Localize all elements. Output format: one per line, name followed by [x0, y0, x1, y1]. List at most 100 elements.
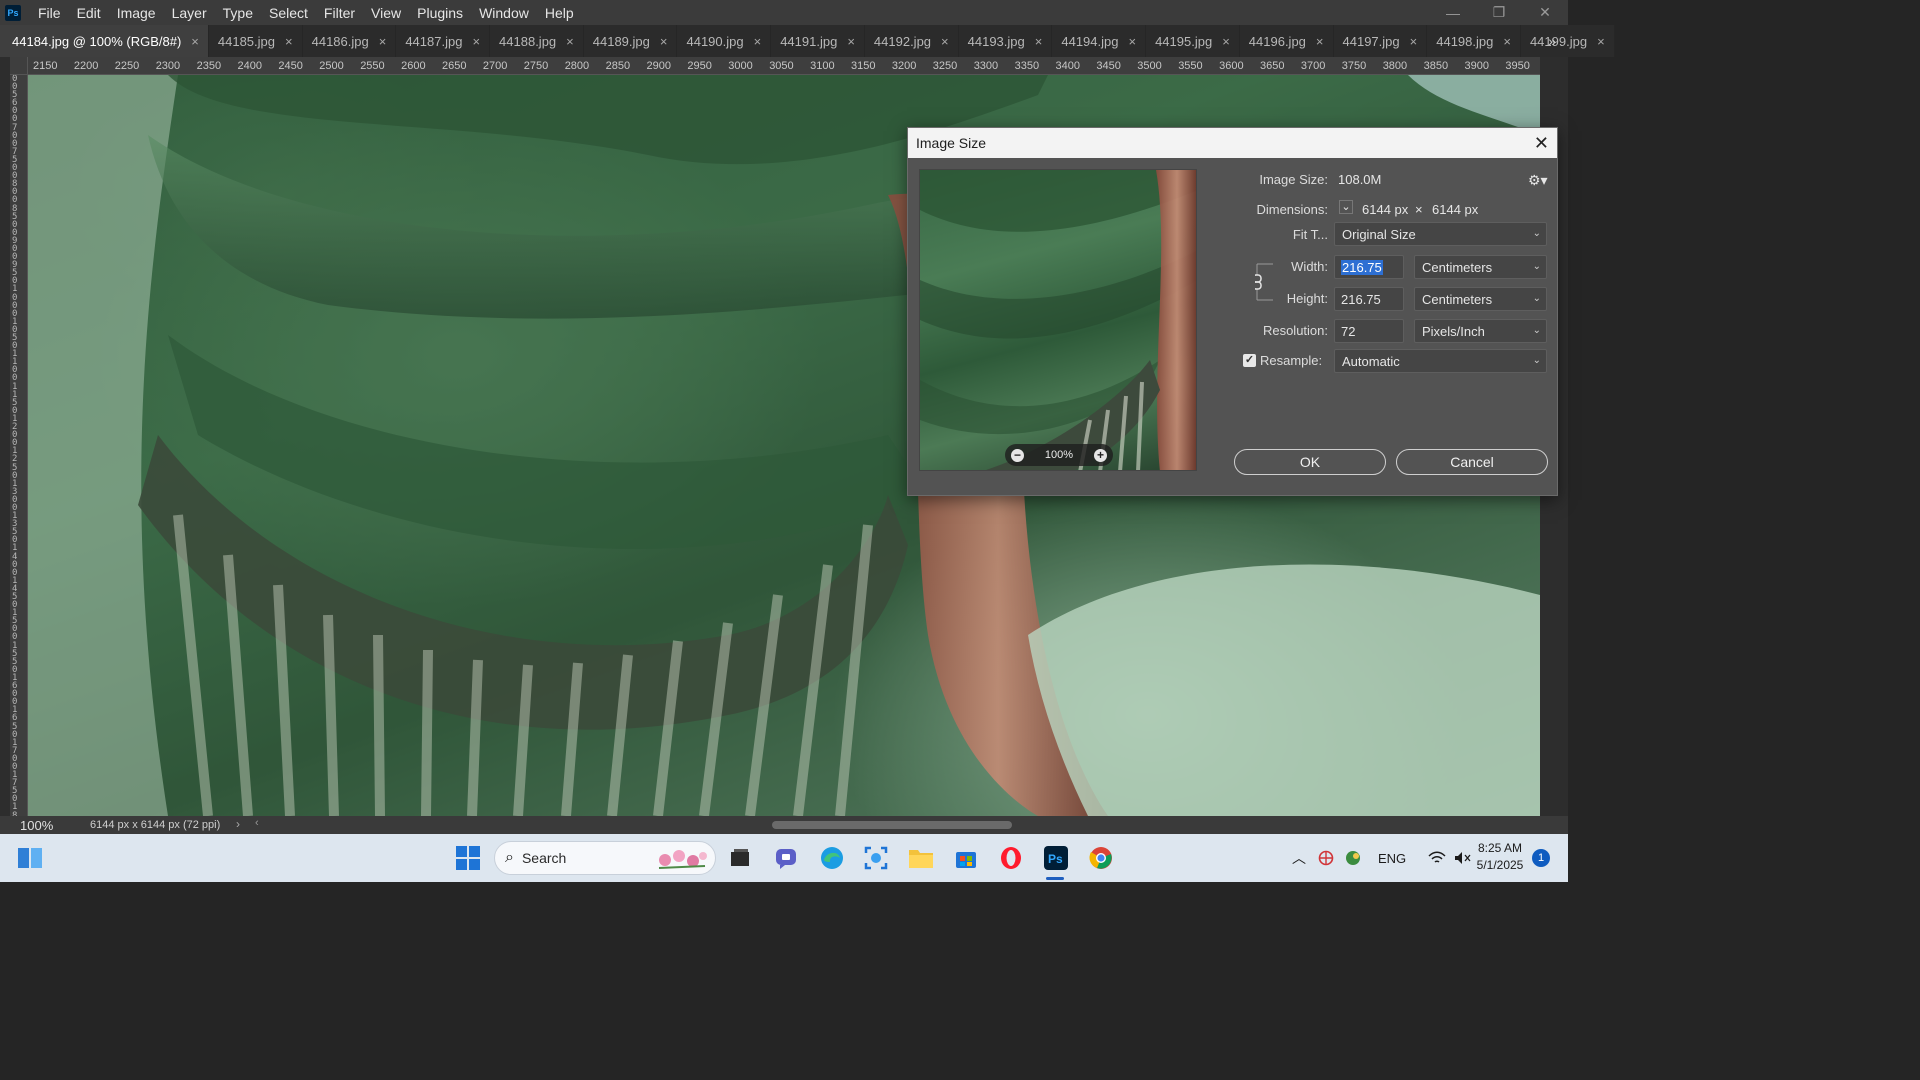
resample-checkbox[interactable]: ✓ [1243, 354, 1256, 367]
tab-close-icon[interactable]: × [379, 34, 387, 49]
teams-chat-icon[interactable] [772, 844, 800, 872]
tab-44186[interactable]: 44186.jpg × [302, 25, 397, 57]
menu-view[interactable]: View [363, 5, 409, 21]
tab-44191[interactable]: 44191.jpg × [771, 25, 865, 57]
tab-44192[interactable]: 44192.jpg × [864, 25, 959, 57]
network-globe-icon[interactable] [1344, 850, 1362, 866]
close-window-button[interactable]: ✕ [1522, 0, 1568, 25]
tab-close-icon[interactable]: × [1410, 34, 1418, 49]
edge-browser-icon[interactable] [818, 844, 846, 872]
tab-44188[interactable]: 44188.jpg × [490, 25, 584, 57]
menu-filter[interactable]: Filter [316, 5, 363, 21]
tab-44198[interactable]: 44198.jpg × [1427, 25, 1521, 57]
tab-44184[interactable]: 44184.jpg @ 100% (RGB/8#) × [0, 25, 209, 57]
ruler-tick-label: 2350 [196, 60, 222, 72]
tab-close-icon[interactable]: × [941, 34, 949, 49]
restore-button[interactable]: ❐ [1476, 0, 1522, 25]
height-input[interactable]: 216.75 [1334, 287, 1404, 311]
gear-icon[interactable]: ⚙▾ [1528, 172, 1548, 189]
cancel-button[interactable]: Cancel [1396, 449, 1548, 475]
dimensions-dropdown-icon[interactable]: ⌄ [1339, 200, 1353, 214]
tab-close-icon[interactable]: × [754, 34, 762, 49]
active-app-indicator [1046, 877, 1064, 880]
menu-plugins[interactable]: Plugins [409, 5, 471, 21]
resample-select[interactable]: Automatic ⌄ [1334, 349, 1547, 373]
taskbar-clock[interactable]: 8:25 AM 5/1/2025 [1470, 840, 1530, 874]
wifi-icon[interactable] [1428, 851, 1446, 865]
menu-window[interactable]: Window [471, 5, 537, 21]
status-menu-arrow-icon[interactable]: › [236, 817, 240, 831]
widgets-icon[interactable] [16, 844, 44, 872]
minimize-button[interactable]: — [1430, 0, 1476, 25]
start-menu-icon[interactable] [454, 844, 482, 872]
tab-close-icon[interactable]: × [1035, 34, 1043, 49]
search-label: Search [521, 850, 567, 866]
file-explorer-icon[interactable] [907, 844, 935, 872]
opera-browser-icon[interactable] [997, 844, 1025, 872]
image-preview[interactable]: − 100% + [919, 169, 1197, 471]
scroll-left-icon[interactable]: ‹ [255, 817, 259, 829]
tab-44187[interactable]: 44187.jpg × [396, 25, 491, 57]
tab-44190[interactable]: 44190.jpg × [677, 25, 772, 57]
menu-help[interactable]: Help [537, 5, 582, 21]
zoom-level[interactable]: 100% [0, 818, 60, 833]
height-unit-select[interactable]: Centimeters ⌄ [1414, 287, 1547, 311]
tab-label: 44197.jpg [1342, 33, 1400, 49]
tab-close-icon[interactable]: × [566, 34, 574, 49]
chevron-down-icon: ⌄ [1532, 293, 1541, 304]
width-input[interactable]: 216.75 [1334, 255, 1404, 279]
taskbar-search[interactable]: ⌕ Search [494, 841, 716, 875]
chevron-up-icon[interactable]: ︿ [1292, 848, 1306, 868]
language-indicator[interactable]: ENG [1378, 851, 1406, 866]
tab-close-icon[interactable]: × [191, 34, 199, 49]
ruler-tick-label: 3050 [769, 60, 794, 72]
tab-close-icon[interactable]: × [1222, 34, 1230, 49]
notification-badge[interactable]: 1 [1532, 849, 1550, 867]
tab-44189[interactable]: 44189.jpg × [583, 25, 678, 57]
document-tabs: 44184.jpg @ 100% (RGB/8#) × 44185.jpg × 44… [0, 25, 1615, 57]
ruler-tick-label: 3650 [1260, 60, 1285, 72]
scrollbar-thumb[interactable] [772, 821, 1012, 829]
tab-close-icon[interactable]: × [847, 34, 855, 49]
menu-type[interactable]: Type [215, 5, 261, 21]
menu-edit[interactable]: Edit [69, 5, 109, 21]
horizontal-scrollbar[interactable]: ‹ [255, 817, 1540, 831]
ruler-tick-label: 2900 [646, 60, 671, 72]
fit-to-select[interactable]: Original Size ⌄ [1334, 222, 1547, 246]
tab-close-icon[interactable]: × [1503, 34, 1511, 49]
menu-layer[interactable]: Layer [164, 5, 215, 21]
tab-44194[interactable]: 44194.jpg × [1052, 25, 1147, 57]
tab-close-icon[interactable]: × [660, 34, 668, 49]
width-unit-select[interactable]: Centimeters ⌄ [1414, 255, 1547, 279]
tab-close-icon[interactable]: × [1316, 34, 1324, 49]
tab-close-icon[interactable]: × [285, 34, 293, 49]
tray-app-icon[interactable] [1318, 850, 1334, 866]
photoshop-taskbar-icon[interactable]: Ps [1042, 844, 1070, 872]
zoom-out-icon[interactable]: − [1011, 448, 1024, 462]
microsoft-store-icon[interactable] [952, 844, 980, 872]
zoom-in-icon[interactable]: + [1093, 448, 1107, 462]
resolution-unit-select[interactable]: Pixels/Inch ⌄ [1414, 319, 1547, 343]
menu-select[interactable]: Select [261, 5, 316, 21]
tab-close-icon[interactable]: × [472, 34, 480, 49]
chrome-browser-icon[interactable] [1087, 844, 1115, 872]
tab-44197[interactable]: 44197.jpg × [1333, 25, 1428, 57]
search-highlight-flowers-icon [658, 850, 707, 869]
ok-button[interactable]: OK [1234, 449, 1386, 475]
screen-capture-icon[interactable] [862, 844, 890, 872]
menu-file[interactable]: File [30, 5, 69, 21]
task-view-icon[interactable] [726, 844, 754, 872]
dialog-close-icon[interactable]: ✕ [1534, 133, 1549, 154]
svg-text:Ps: Ps [1048, 852, 1063, 866]
tab-44193[interactable]: 44193.jpg × [958, 25, 1053, 57]
tab-44196[interactable]: 44196.jpg × [1239, 25, 1334, 57]
tab-close-icon[interactable]: × [1597, 34, 1605, 49]
tab-overflow-icon[interactable]: » [1548, 33, 1556, 49]
tab-44199[interactable]: 44199.jpg × [1520, 25, 1615, 57]
ruler-tick-label: 3300 [973, 60, 999, 72]
resolution-input[interactable]: 72 [1334, 319, 1404, 343]
tab-44185[interactable]: 44185.jpg × [208, 25, 303, 57]
menu-image[interactable]: Image [109, 5, 164, 21]
tab-close-icon[interactable]: × [1128, 34, 1136, 49]
tab-44195[interactable]: 44195.jpg × [1146, 25, 1240, 57]
